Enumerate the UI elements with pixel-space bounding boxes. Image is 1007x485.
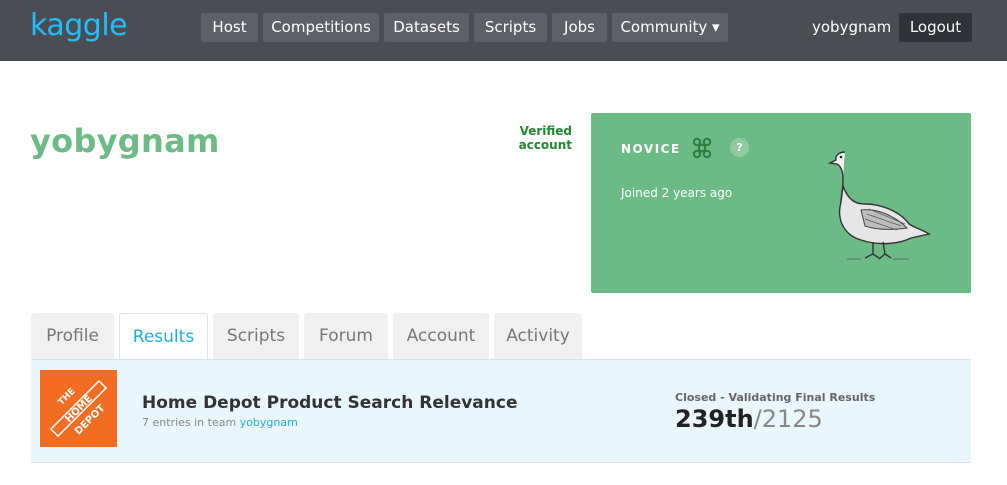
top-navigation-bar: kaggle Host Competitions Datasets Script… (0, 0, 1007, 61)
competition-title-link[interactable]: Home Depot Product Search Relevance (142, 393, 518, 413)
home-depot-logo[interactable]: THE HOME DEPOT (40, 370, 117, 447)
entries-count: 7 entries in team (142, 416, 237, 429)
tab-profile[interactable]: Profile (31, 313, 114, 360)
competition-entries: 7 entries in team yobygnam (142, 416, 298, 429)
novice-tier-icon (692, 137, 712, 159)
logout-button[interactable]: Logout (899, 13, 972, 42)
nav-datasets[interactable]: Datasets (384, 13, 469, 42)
profile-username: yobygnam (30, 122, 220, 160)
tab-scripts[interactable]: Scripts (213, 313, 299, 360)
tab-results[interactable]: Results (119, 313, 208, 361)
joined-date: Joined 2 years ago (621, 186, 733, 200)
tab-account[interactable]: Account (393, 313, 489, 360)
user-profile-link[interactable]: yobygnam (812, 13, 891, 42)
verified-badge: Verified account (518, 124, 572, 152)
help-icon[interactable]: ? (730, 138, 749, 157)
nav-competitions[interactable]: Competitions (263, 13, 379, 42)
nav-scripts[interactable]: Scripts (474, 13, 547, 42)
rank-position: 239th (675, 405, 754, 433)
tier-label: NOVICE (621, 142, 681, 156)
nav-community-dropdown[interactable]: Community ▾ (612, 13, 728, 42)
tab-activity[interactable]: Activity (494, 313, 582, 360)
competition-result-row: THE HOME DEPOT Home Depot Product Search… (31, 359, 971, 463)
competition-status: Closed - Validating Final Results (675, 391, 876, 404)
nav-host[interactable]: Host (201, 13, 258, 42)
rank-total: /2125 (753, 405, 823, 433)
nav-jobs[interactable]: Jobs (552, 13, 607, 42)
competition-rank: 239th/2125 (675, 405, 823, 433)
kaggle-logo[interactable]: kaggle (30, 8, 128, 43)
tier-panel: NOVICE ? Joined 2 years ago (591, 113, 971, 293)
team-link[interactable]: yobygnam (240, 416, 298, 429)
tab-forum[interactable]: Forum (304, 313, 388, 360)
goose-illustration-icon (827, 151, 931, 260)
